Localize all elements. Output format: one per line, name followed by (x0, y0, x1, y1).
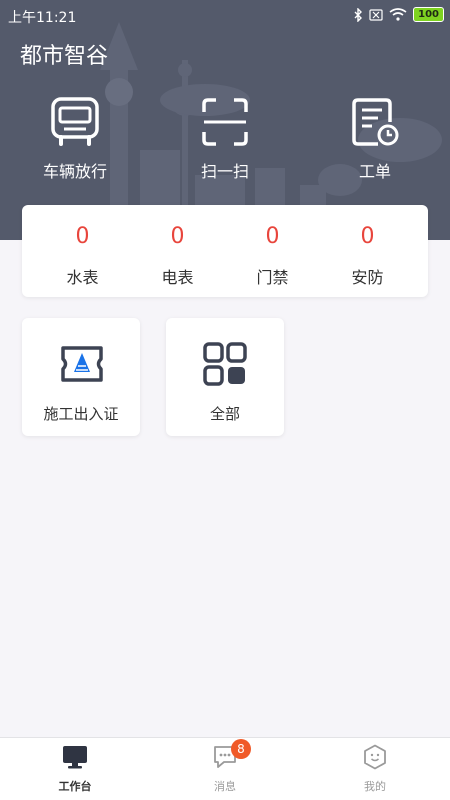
access-control-count: 0 (265, 224, 280, 249)
construction-permit-label: 施工出入证 (43, 405, 119, 423)
security-count: 0 (360, 224, 375, 249)
tab-workbench-label: 工作台 (58, 780, 92, 793)
vehicle-release-label: 车辆放行 (42, 162, 107, 181)
security-stat[interactable]: 0 安防 (320, 205, 415, 297)
scan-action[interactable]: 扫一扫 (165, 96, 285, 182)
security-label: 安防 (351, 268, 384, 287)
meter-summary-card: 0 水表 0 电表 0 门禁 0 安防 (22, 205, 428, 297)
quick-actions: 车辆放行 扫一扫 工单 (0, 96, 450, 186)
work-order-action[interactable]: 工单 (315, 96, 435, 182)
water-meter-label: 水表 (66, 268, 99, 287)
tab-profile-label: 我的 (364, 780, 386, 793)
access-control-stat[interactable]: 0 门禁 (225, 205, 320, 297)
battery-indicator: 100 (413, 7, 444, 22)
permit-ticket-icon (61, 346, 103, 382)
bottom-tab-bar: 工作台 8 消息 我的 (0, 737, 450, 800)
status-bar: 上午11:21 100 (0, 0, 450, 30)
tab-messages[interactable]: 8 消息 (150, 738, 300, 800)
tab-profile[interactable]: 我的 (300, 738, 450, 800)
water-meter-stat[interactable]: 0 水表 (35, 205, 130, 297)
wifi-icon (389, 8, 407, 21)
bluetooth-icon (354, 7, 363, 22)
message-count-badge: 8 (231, 739, 251, 759)
water-meter-count: 0 (75, 224, 90, 249)
all-apps-icon (203, 342, 247, 386)
electric-meter-count: 0 (170, 224, 185, 249)
vehicle-release-action[interactable]: 车辆放行 (15, 96, 135, 182)
no-sim-icon (369, 8, 383, 21)
electric-meter-stat[interactable]: 0 电表 (130, 205, 225, 297)
all-apps-label: 全部 (209, 405, 240, 423)
electric-meter-label: 电表 (161, 268, 194, 287)
tab-workbench[interactable]: 工作台 (0, 738, 150, 800)
app-title: 都市智谷 (20, 44, 109, 69)
work-order-icon (352, 98, 399, 146)
access-control-label: 门禁 (256, 268, 289, 287)
tab-messages-label: 消息 (214, 780, 236, 793)
workbench-icon (63, 746, 87, 769)
header-banner: 上午11:21 100 都市智谷 车辆放行 扫一扫 工单 (0, 0, 450, 240)
construction-permit-tile[interactable]: 施工出入证 (22, 318, 140, 436)
work-order-label: 工单 (358, 162, 391, 181)
status-icons: 100 (353, 7, 444, 22)
all-apps-tile[interactable]: 全部 (166, 318, 284, 436)
scan-label: 扫一扫 (200, 162, 249, 181)
scan-icon (202, 98, 248, 146)
bus-icon (51, 97, 99, 146)
profile-icon (364, 744, 386, 770)
status-time: 上午11:21 (8, 10, 77, 26)
